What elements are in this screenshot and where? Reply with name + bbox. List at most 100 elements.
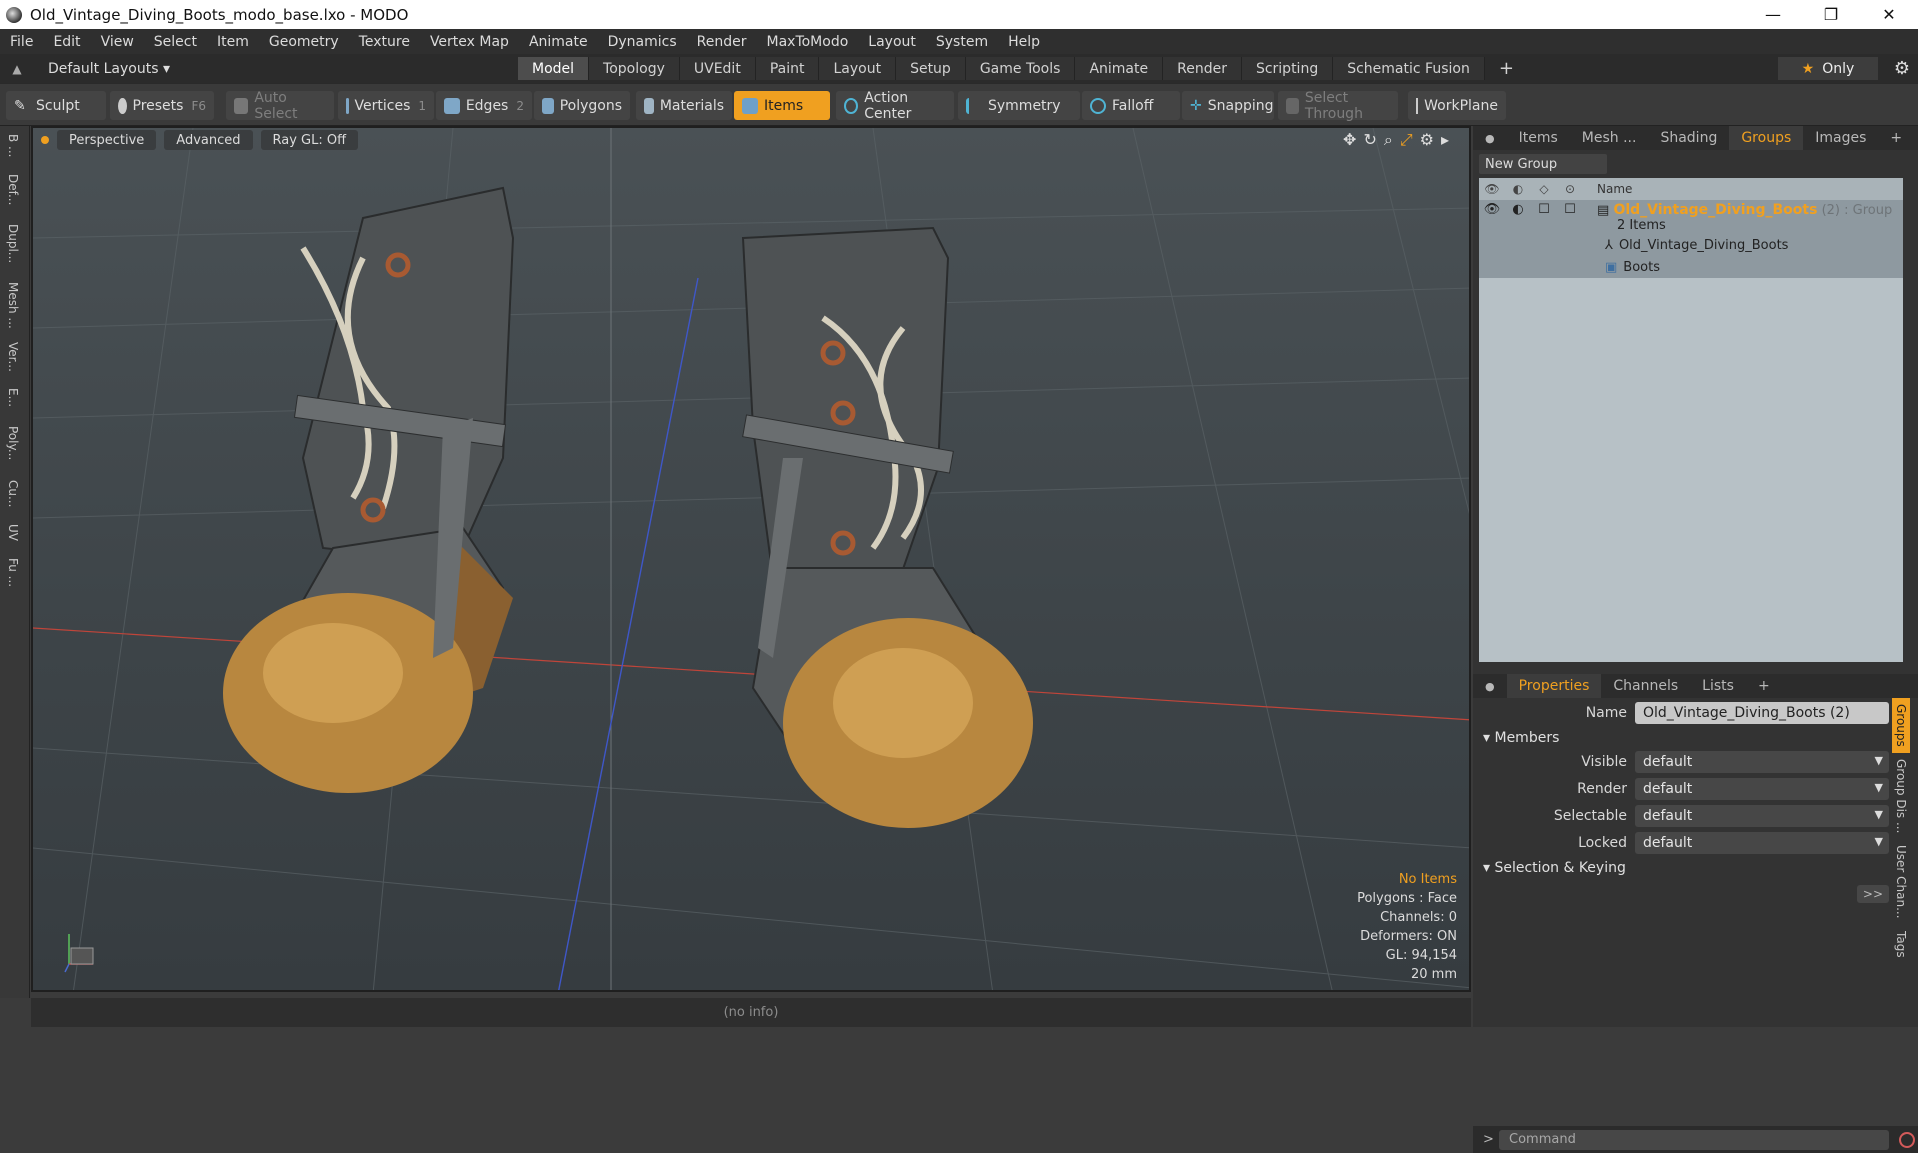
left-boot-model[interactable] <box>223 186 515 793</box>
visibility-col-icon[interactable]: 👁 <box>1479 182 1505 196</box>
members-section[interactable]: ▾ Members <box>1479 727 1889 749</box>
default-layouts-dropdown[interactable]: Default Layouts ▾ <box>48 61 518 77</box>
items-button[interactable]: Items <box>734 91 830 120</box>
snapping-button[interactable]: ✛ Snapping <box>1182 91 1274 120</box>
tool-tab-fusion[interactable]: Fu ... <box>6 558 20 587</box>
collapse-icon[interactable]: ▲ <box>0 62 34 76</box>
render-col-icon[interactable]: ◐ <box>1505 182 1531 196</box>
side-tab-group-display[interactable]: Group Dis ... <box>1892 753 1910 839</box>
side-tab-groups[interactable]: Groups <box>1892 698 1910 753</box>
select-through-button[interactable]: Select Through <box>1278 90 1398 122</box>
tool-tab-polygon[interactable]: Poly... <box>6 426 20 460</box>
menu-help[interactable]: Help <box>998 34 1050 50</box>
right-boot-model[interactable] <box>741 226 1033 828</box>
side-tab-tags[interactable]: Tags <box>1892 925 1910 964</box>
tab-render[interactable]: Render <box>1163 57 1242 80</box>
tab-animate[interactable]: Animate <box>1075 57 1164 80</box>
polygons-button[interactable]: Polygons <box>534 91 630 120</box>
tab-lists[interactable]: Lists <box>1690 674 1746 698</box>
tab-topology[interactable]: Topology <box>589 57 680 80</box>
tab-mesh[interactable]: Mesh ... <box>1570 126 1649 150</box>
tool-tab-b[interactable]: B ... <box>6 134 20 158</box>
menu-geometry[interactable]: Geometry <box>259 34 349 50</box>
selectable-select[interactable]: default ▼ <box>1635 805 1889 827</box>
tool-tab-mesh[interactable]: Mesh ... <box>6 282 20 329</box>
action-center-button[interactable]: Action Center <box>836 90 954 122</box>
selection-keying-section[interactable]: ▾ Selection & Keying <box>1479 857 1889 879</box>
panel-menu-dot-icon[interactable]: ● <box>1473 126 1507 150</box>
tool-tab-duplicate[interactable]: Dupl... <box>6 224 20 263</box>
materials-button[interactable]: Materials <box>636 91 732 120</box>
name-column-header[interactable]: Name <box>1597 182 1632 196</box>
menu-item[interactable]: Item <box>207 34 259 50</box>
tab-model[interactable]: Model <box>518 57 590 80</box>
tab-setup[interactable]: Setup <box>896 57 966 80</box>
command-input[interactable]: Command <box>1499 1129 1889 1150</box>
lock-box-icon[interactable]: ☐ <box>1557 202 1583 217</box>
falloff-button[interactable]: Falloff <box>1082 91 1180 120</box>
render-select[interactable]: default ▼ <box>1635 778 1889 800</box>
side-tab-user-channels[interactable]: User Chan... <box>1892 839 1910 925</box>
gear-icon[interactable]: ⚙ <box>1894 58 1910 79</box>
add-props-tab-icon[interactable]: + <box>1746 674 1782 698</box>
record-icon[interactable] <box>1899 1131 1915 1148</box>
tab-paint[interactable]: Paint <box>755 57 820 80</box>
menu-select[interactable]: Select <box>144 34 207 50</box>
shading-dropdown[interactable]: Advanced <box>164 130 253 150</box>
edges-button[interactable]: Edges 2 <box>436 91 532 120</box>
menu-render[interactable]: Render <box>687 34 757 50</box>
locked-select[interactable]: default ▼ <box>1635 832 1889 854</box>
tab-schematic-fusion[interactable]: Schematic Fusion <box>1333 57 1485 80</box>
menu-texture[interactable]: Texture <box>349 34 420 50</box>
menu-animate[interactable]: Animate <box>519 34 598 50</box>
vertices-button[interactable]: Vertices 1 <box>338 91 434 120</box>
menu-vertex-map[interactable]: Vertex Map <box>420 34 519 50</box>
menu-dynamics[interactable]: Dynamics <box>598 34 687 50</box>
move-view-icon[interactable]: ✥ <box>1343 130 1356 150</box>
menu-system[interactable]: System <box>926 34 998 50</box>
selectable-box-icon[interactable]: ☐ <box>1531 202 1557 217</box>
tab-layout[interactable]: Layout <box>819 57 897 80</box>
tab-properties[interactable]: Properties <box>1506 674 1602 698</box>
perspective-dropdown[interactable]: Perspective <box>57 130 157 150</box>
viewport-more-icon[interactable]: ▸ <box>1441 130 1449 150</box>
list-item[interactable]: ⅄ Old_Vintage_Diving_Boots <box>1479 234 1903 256</box>
rotate-view-icon[interactable]: ↻ <box>1363 130 1376 150</box>
tab-game-tools[interactable]: Game Tools <box>965 57 1076 80</box>
zoom-view-icon[interactable]: ⌕ <box>1384 130 1393 150</box>
fit-view-icon[interactable]: ⤢ <box>1400 130 1413 150</box>
props-menu-dot-icon[interactable]: ● <box>1473 674 1507 698</box>
visible-select[interactable]: default ▼ <box>1635 751 1889 773</box>
tab-scripting[interactable]: Scripting <box>1241 57 1334 80</box>
menu-edit[interactable]: Edit <box>43 34 90 50</box>
tool-tab-edge[interactable]: E... <box>6 388 20 407</box>
tab-uvedit[interactable]: UVEdit <box>679 57 756 80</box>
3d-viewport[interactable]: Perspective Advanced Ray GL: Off ✥ ↻ ⌕ ⤢… <box>31 126 1471 992</box>
menu-view[interactable]: View <box>91 34 144 50</box>
add-layout-button[interactable]: + <box>1485 57 1528 80</box>
group-name-field[interactable]: Old_Vintage_Diving_Boots (2) <box>1635 702 1889 724</box>
maximize-button[interactable]: ❐ <box>1802 0 1860 29</box>
viewport-settings-icon[interactable]: ⚙ <box>1420 130 1434 150</box>
tab-groups[interactable]: Groups <box>1729 126 1804 150</box>
tool-tab-vertex[interactable]: Ver... <box>6 342 20 372</box>
sculpt-button[interactable]: ✎ Sculpt <box>6 91 106 120</box>
more-button[interactable]: >> <box>1856 885 1889 903</box>
workplane-button[interactable]: WorkPlane <box>1408 91 1506 120</box>
symmetry-button[interactable]: Symmetry <box>958 91 1080 120</box>
tab-shading[interactable]: Shading <box>1648 126 1729 150</box>
minimize-button[interactable]: — <box>1744 0 1802 29</box>
tab-channels[interactable]: Channels <box>1601 674 1690 698</box>
add-tab-icon[interactable]: + <box>1878 126 1914 150</box>
auto-select-button[interactable]: Auto Select <box>226 90 334 122</box>
tab-images[interactable]: Images <box>1803 126 1878 150</box>
presets-button[interactable]: Presets F6 <box>110 91 214 120</box>
tab-items[interactable]: Items <box>1507 126 1570 150</box>
menu-layout[interactable]: Layout <box>858 34 926 50</box>
only-toggle[interactable]: ★ Only <box>1778 57 1878 80</box>
menu-file[interactable]: File <box>0 34 43 50</box>
tool-tab-uv[interactable]: UV <box>6 524 20 541</box>
new-group-button[interactable]: New Group <box>1479 154 1607 174</box>
tool-tab-curve[interactable]: Cu... <box>6 480 20 507</box>
eye-icon[interactable]: 👁 <box>1479 202 1505 217</box>
